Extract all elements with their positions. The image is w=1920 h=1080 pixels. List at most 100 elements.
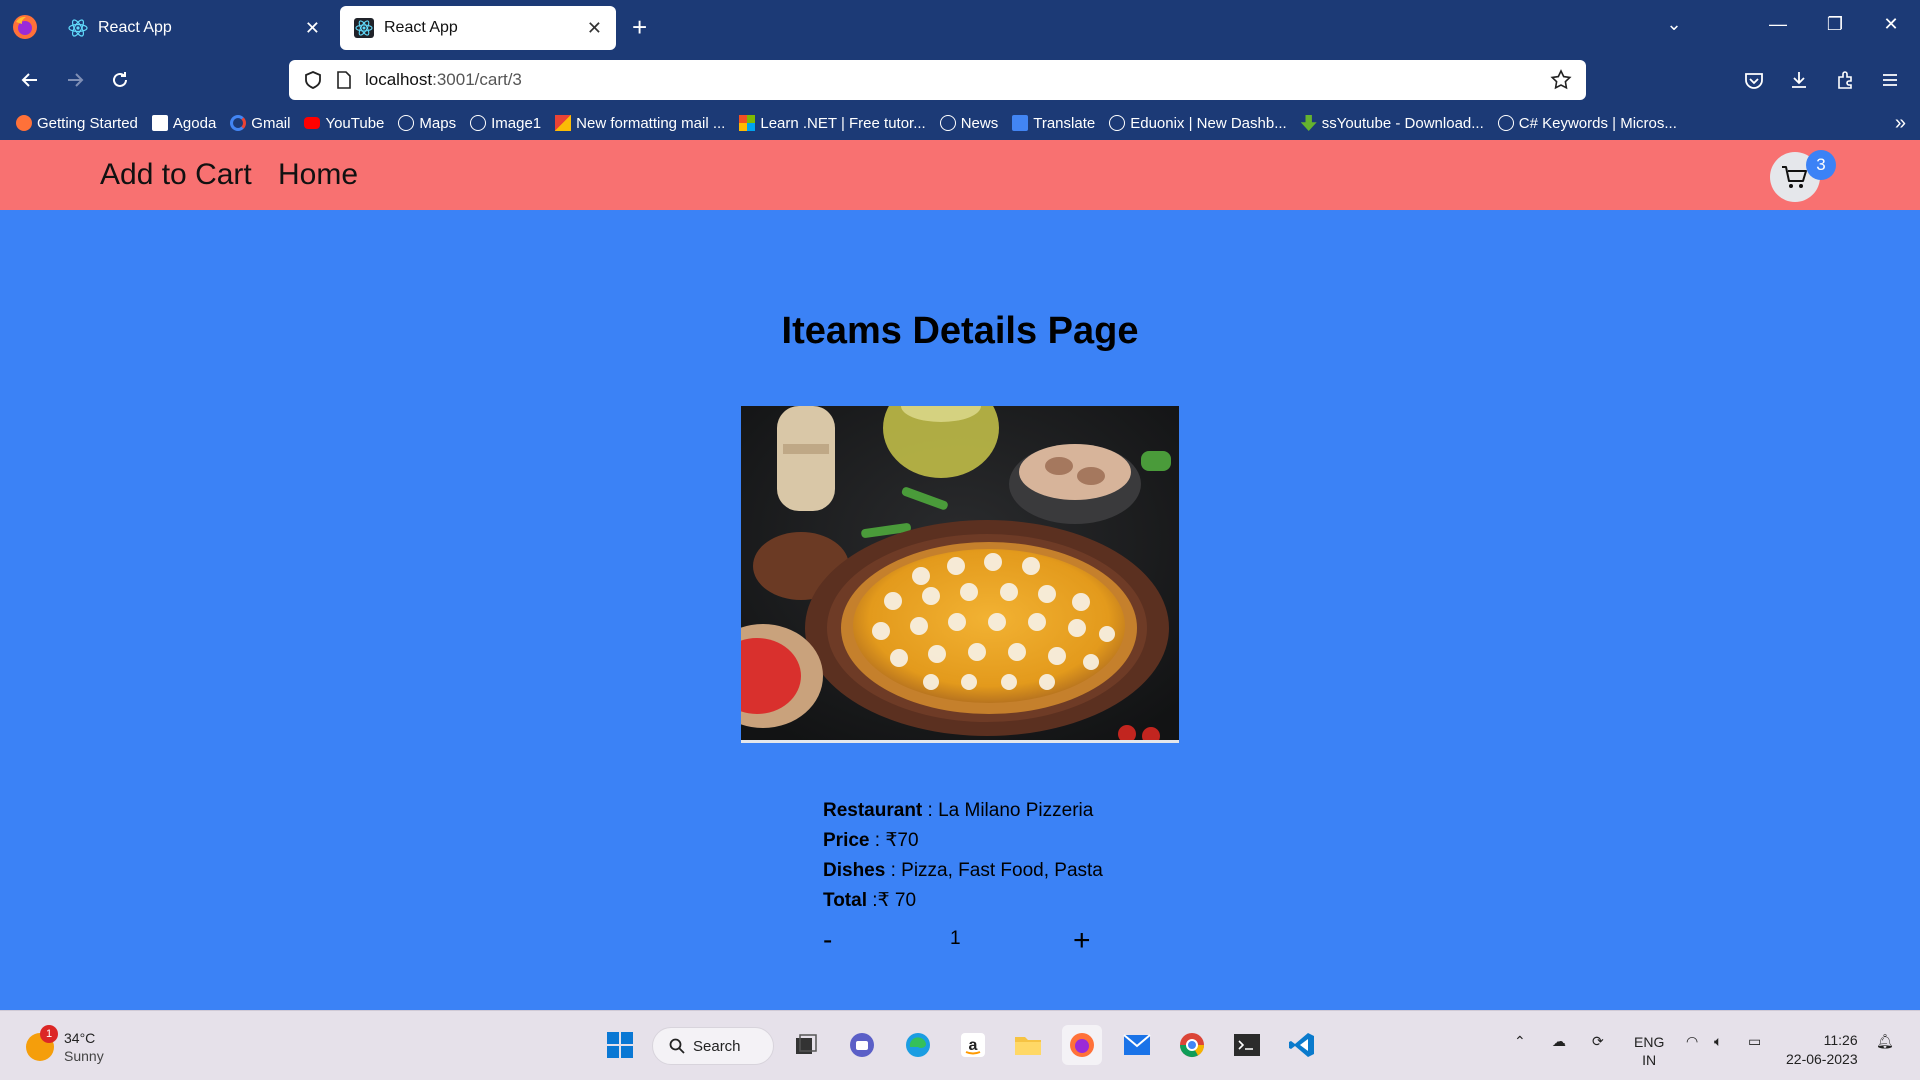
react-icon bbox=[68, 19, 88, 37]
taskbar: 1 34°C Sunny Search a ⌃ ☁ ⟳ ENG IN ◠ 🔈︎ … bbox=[0, 1010, 1920, 1080]
bookmarks-toolbar: Getting Started Agoda Gmail YouTube Maps… bbox=[0, 106, 1920, 140]
wifi-icon[interactable]: ◠ bbox=[1686, 1033, 1698, 1050]
edge-icon[interactable] bbox=[898, 1025, 938, 1065]
total-label: Total bbox=[823, 890, 867, 911]
weather-temp: 34°C bbox=[64, 1030, 96, 1046]
bookmark-star-icon[interactable] bbox=[1550, 69, 1572, 91]
app-menu-icon[interactable] bbox=[1876, 66, 1904, 94]
address-bar[interactable]: localhost:3001/cart/3 bbox=[289, 60, 1586, 100]
increase-quantity-button[interactable]: + bbox=[1073, 924, 1091, 958]
gmail-icon bbox=[555, 115, 572, 131]
tab-title: React App bbox=[384, 19, 458, 36]
tab-title: React App bbox=[98, 19, 172, 36]
search-label: Search bbox=[693, 1037, 741, 1055]
terminal-icon[interactable] bbox=[1227, 1025, 1267, 1065]
sun-icon: 1 bbox=[26, 1025, 58, 1061]
downloads-icon[interactable] bbox=[1785, 66, 1813, 94]
task-view-icon[interactable] bbox=[786, 1025, 826, 1065]
bookmark-item[interactable]: Learn .NET | Free tutor... bbox=[739, 115, 926, 132]
bookmark-label: Getting Started bbox=[37, 114, 138, 132]
language-indicator[interactable]: ENG IN bbox=[1634, 1033, 1664, 1069]
more-bookmarks-icon[interactable]: » bbox=[1895, 112, 1906, 135]
firefox-icon bbox=[16, 115, 32, 131]
price-label: Price bbox=[823, 830, 870, 851]
bookmark-item[interactable]: News bbox=[939, 115, 998, 132]
page-info-icon[interactable] bbox=[335, 70, 353, 90]
chrome-icon[interactable] bbox=[1172, 1025, 1212, 1065]
forward-icon[interactable] bbox=[59, 64, 91, 96]
bookmark-label: Gmail bbox=[251, 114, 291, 132]
browser-tab[interactable]: React App ✕ bbox=[54, 6, 334, 50]
back-icon[interactable] bbox=[14, 64, 46, 96]
amazon-icon[interactable]: a bbox=[953, 1025, 993, 1065]
weather-widget[interactable]: 1 34°C Sunny bbox=[26, 1025, 104, 1065]
url-text[interactable]: localhost:3001/cart/3 bbox=[365, 70, 522, 90]
close-tab-icon[interactable]: ✕ bbox=[587, 19, 602, 37]
show-hidden-icons-icon[interactable]: ⌃ bbox=[1514, 1033, 1526, 1050]
restaurant-row: Restaurant : La Milano Pizzeria bbox=[823, 800, 1094, 821]
volume-icon[interactable]: 🔈︎ bbox=[1714, 1033, 1722, 1050]
search-icon bbox=[669, 1038, 685, 1054]
home-link[interactable]: Home bbox=[278, 158, 358, 192]
google-icon bbox=[230, 115, 247, 131]
decrease-quantity-button[interactable]: - bbox=[823, 924, 832, 956]
mail-icon[interactable] bbox=[1117, 1025, 1157, 1065]
browser-tab-active[interactable]: React App ✕ bbox=[340, 6, 616, 50]
clock-time: 11:26 bbox=[1823, 1032, 1858, 1048]
globe-icon bbox=[398, 115, 415, 131]
sync-icon[interactable]: ⟳ bbox=[1592, 1033, 1604, 1050]
bookmark-item[interactable]: New formatting mail ... bbox=[555, 115, 725, 132]
bookmark-item[interactable]: YouTube bbox=[304, 115, 384, 132]
extensions-icon[interactable] bbox=[1831, 66, 1859, 94]
vscode-icon[interactable] bbox=[1282, 1025, 1322, 1065]
taskbar-search[interactable]: Search bbox=[652, 1027, 774, 1065]
onedrive-icon[interactable]: ☁ bbox=[1552, 1033, 1566, 1050]
tracking-protection-icon[interactable] bbox=[303, 70, 323, 90]
brand-link[interactable]: Add to Cart bbox=[100, 158, 252, 192]
price-value: ₹70 bbox=[885, 830, 919, 851]
total-value: ₹ 70 bbox=[877, 890, 917, 911]
restore-icon[interactable]: ❐ bbox=[1815, 14, 1855, 35]
battery-icon[interactable]: ▭ bbox=[1748, 1033, 1761, 1050]
restaurant-label: Restaurant bbox=[823, 800, 923, 821]
firefox-taskbar-icon[interactable] bbox=[1062, 1025, 1102, 1065]
firefox-icon[interactable] bbox=[12, 14, 38, 40]
teams-chat-icon[interactable] bbox=[842, 1025, 882, 1065]
bookmark-item[interactable]: Image1 bbox=[470, 115, 541, 132]
cart-count-badge: 3 bbox=[1806, 150, 1836, 180]
file-explorer-icon[interactable] bbox=[1008, 1025, 1048, 1065]
bookmark-item[interactable]: Translate bbox=[1012, 115, 1095, 132]
windows-start-icon[interactable] bbox=[600, 1025, 640, 1065]
minimize-icon[interactable]: — bbox=[1758, 14, 1798, 35]
bookmark-label: YouTube bbox=[325, 114, 385, 132]
app-header: Add to Cart Home 3 bbox=[0, 140, 1920, 210]
close-window-icon[interactable]: ✕ bbox=[1871, 14, 1911, 35]
bookmark-label: New formatting mail ... bbox=[576, 114, 726, 132]
bookmark-item[interactable]: C# Keywords | Micros... bbox=[1497, 115, 1677, 132]
url-path: :3001/cart/3 bbox=[432, 70, 522, 89]
bookmark-item[interactable]: Gmail bbox=[230, 115, 290, 132]
bookmark-item[interactable]: ssYoutube - Download... bbox=[1300, 115, 1484, 132]
dishes-row: Dishes : Pizza, Fast Food, Pasta bbox=[823, 860, 1103, 881]
download-arrow-icon bbox=[1300, 115, 1317, 131]
globe-icon bbox=[1497, 115, 1514, 131]
agoda-icon bbox=[151, 115, 168, 131]
bookmark-item[interactable]: Eduonix | New Dashb... bbox=[1109, 115, 1287, 132]
reload-icon[interactable] bbox=[104, 64, 136, 96]
price-row: Price : ₹70 bbox=[823, 830, 919, 851]
bookmark-item[interactable]: Getting Started bbox=[16, 115, 138, 132]
dishes-value: Pizza, Fast Food, Pasta bbox=[901, 860, 1103, 881]
bookmark-item[interactable]: Agoda bbox=[151, 114, 217, 132]
notifications-icon[interactable]: 🔔︎ bbox=[1876, 1033, 1894, 1050]
dishes-label: Dishes bbox=[823, 860, 886, 881]
clock[interactable]: 11:26 22-06-2023 bbox=[1786, 1031, 1858, 1069]
quantity-value: 1 bbox=[950, 928, 961, 949]
bookmark-item[interactable]: Maps bbox=[398, 115, 456, 132]
new-tab-icon[interactable]: + bbox=[632, 14, 647, 40]
bookmark-label: Agoda bbox=[172, 114, 217, 132]
item-details: Restaurant : La Milano Pizzeria Price : … bbox=[823, 796, 1223, 916]
globe-icon bbox=[1109, 115, 1126, 131]
pocket-icon[interactable] bbox=[1740, 66, 1768, 94]
close-tab-icon[interactable]: ✕ bbox=[305, 19, 320, 37]
list-all-tabs-icon[interactable]: ⌄ bbox=[1654, 14, 1694, 35]
